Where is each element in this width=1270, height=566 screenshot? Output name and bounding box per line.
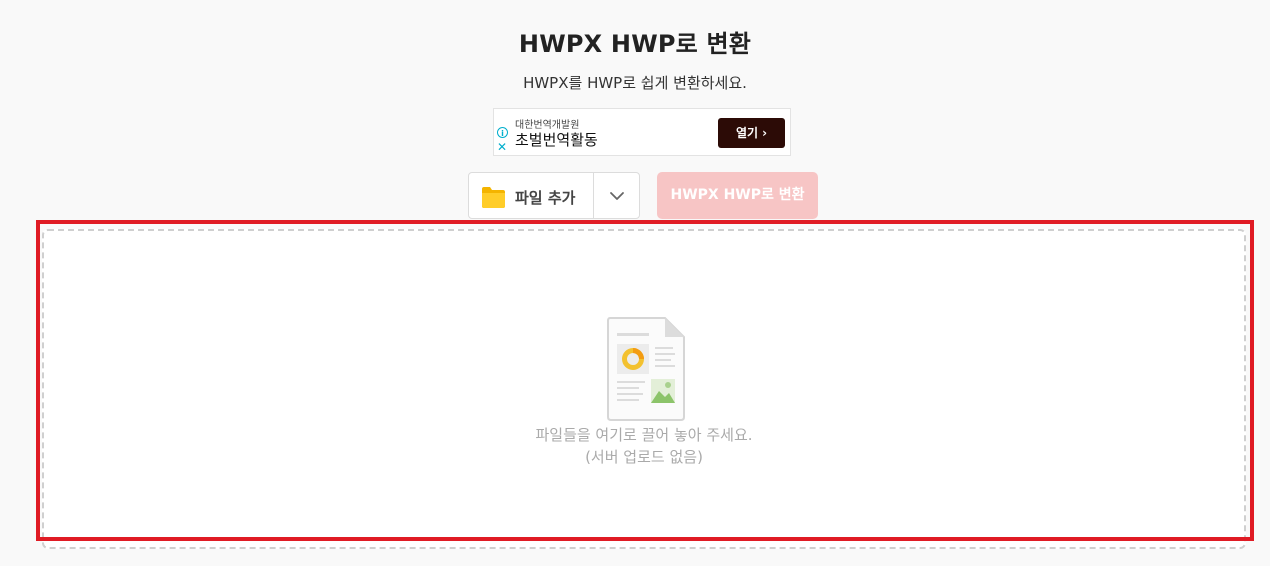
ad-banner[interactable]: i ✕ 대한번역개발원 초벌번역활동 열기 › xyxy=(493,108,791,156)
highlight-frame xyxy=(36,220,1254,541)
add-file-dropdown-button[interactable] xyxy=(594,173,639,218)
ad-open-button[interactable]: 열기 › xyxy=(718,118,785,148)
info-icon[interactable]: i xyxy=(497,127,508,138)
chevron-right-icon: › xyxy=(762,126,768,140)
add-file-button[interactable]: 파일 추가 xyxy=(469,173,593,218)
add-file-control: 파일 추가 xyxy=(468,172,640,219)
ad-headline[interactable]: 초벌번역활동 xyxy=(515,129,598,150)
convert-button[interactable]: HWPX HWP로 변환 xyxy=(657,172,818,219)
ad-open-label: 열기 xyxy=(735,126,759,140)
page-subtitle: HWPX를 HWP로 쉽게 변환하세요. xyxy=(523,74,747,92)
chevron-down-icon xyxy=(610,192,624,200)
folder-icon xyxy=(482,187,505,208)
close-icon[interactable]: ✕ xyxy=(497,141,507,153)
page-title: HWPX HWP로 변환 xyxy=(518,30,752,58)
page: HWPX HWP로 변환 HWPX를 HWP로 쉽게 변환하세요. i ✕ 대한… xyxy=(0,0,1270,566)
add-file-label: 파일 추가 xyxy=(515,189,576,207)
